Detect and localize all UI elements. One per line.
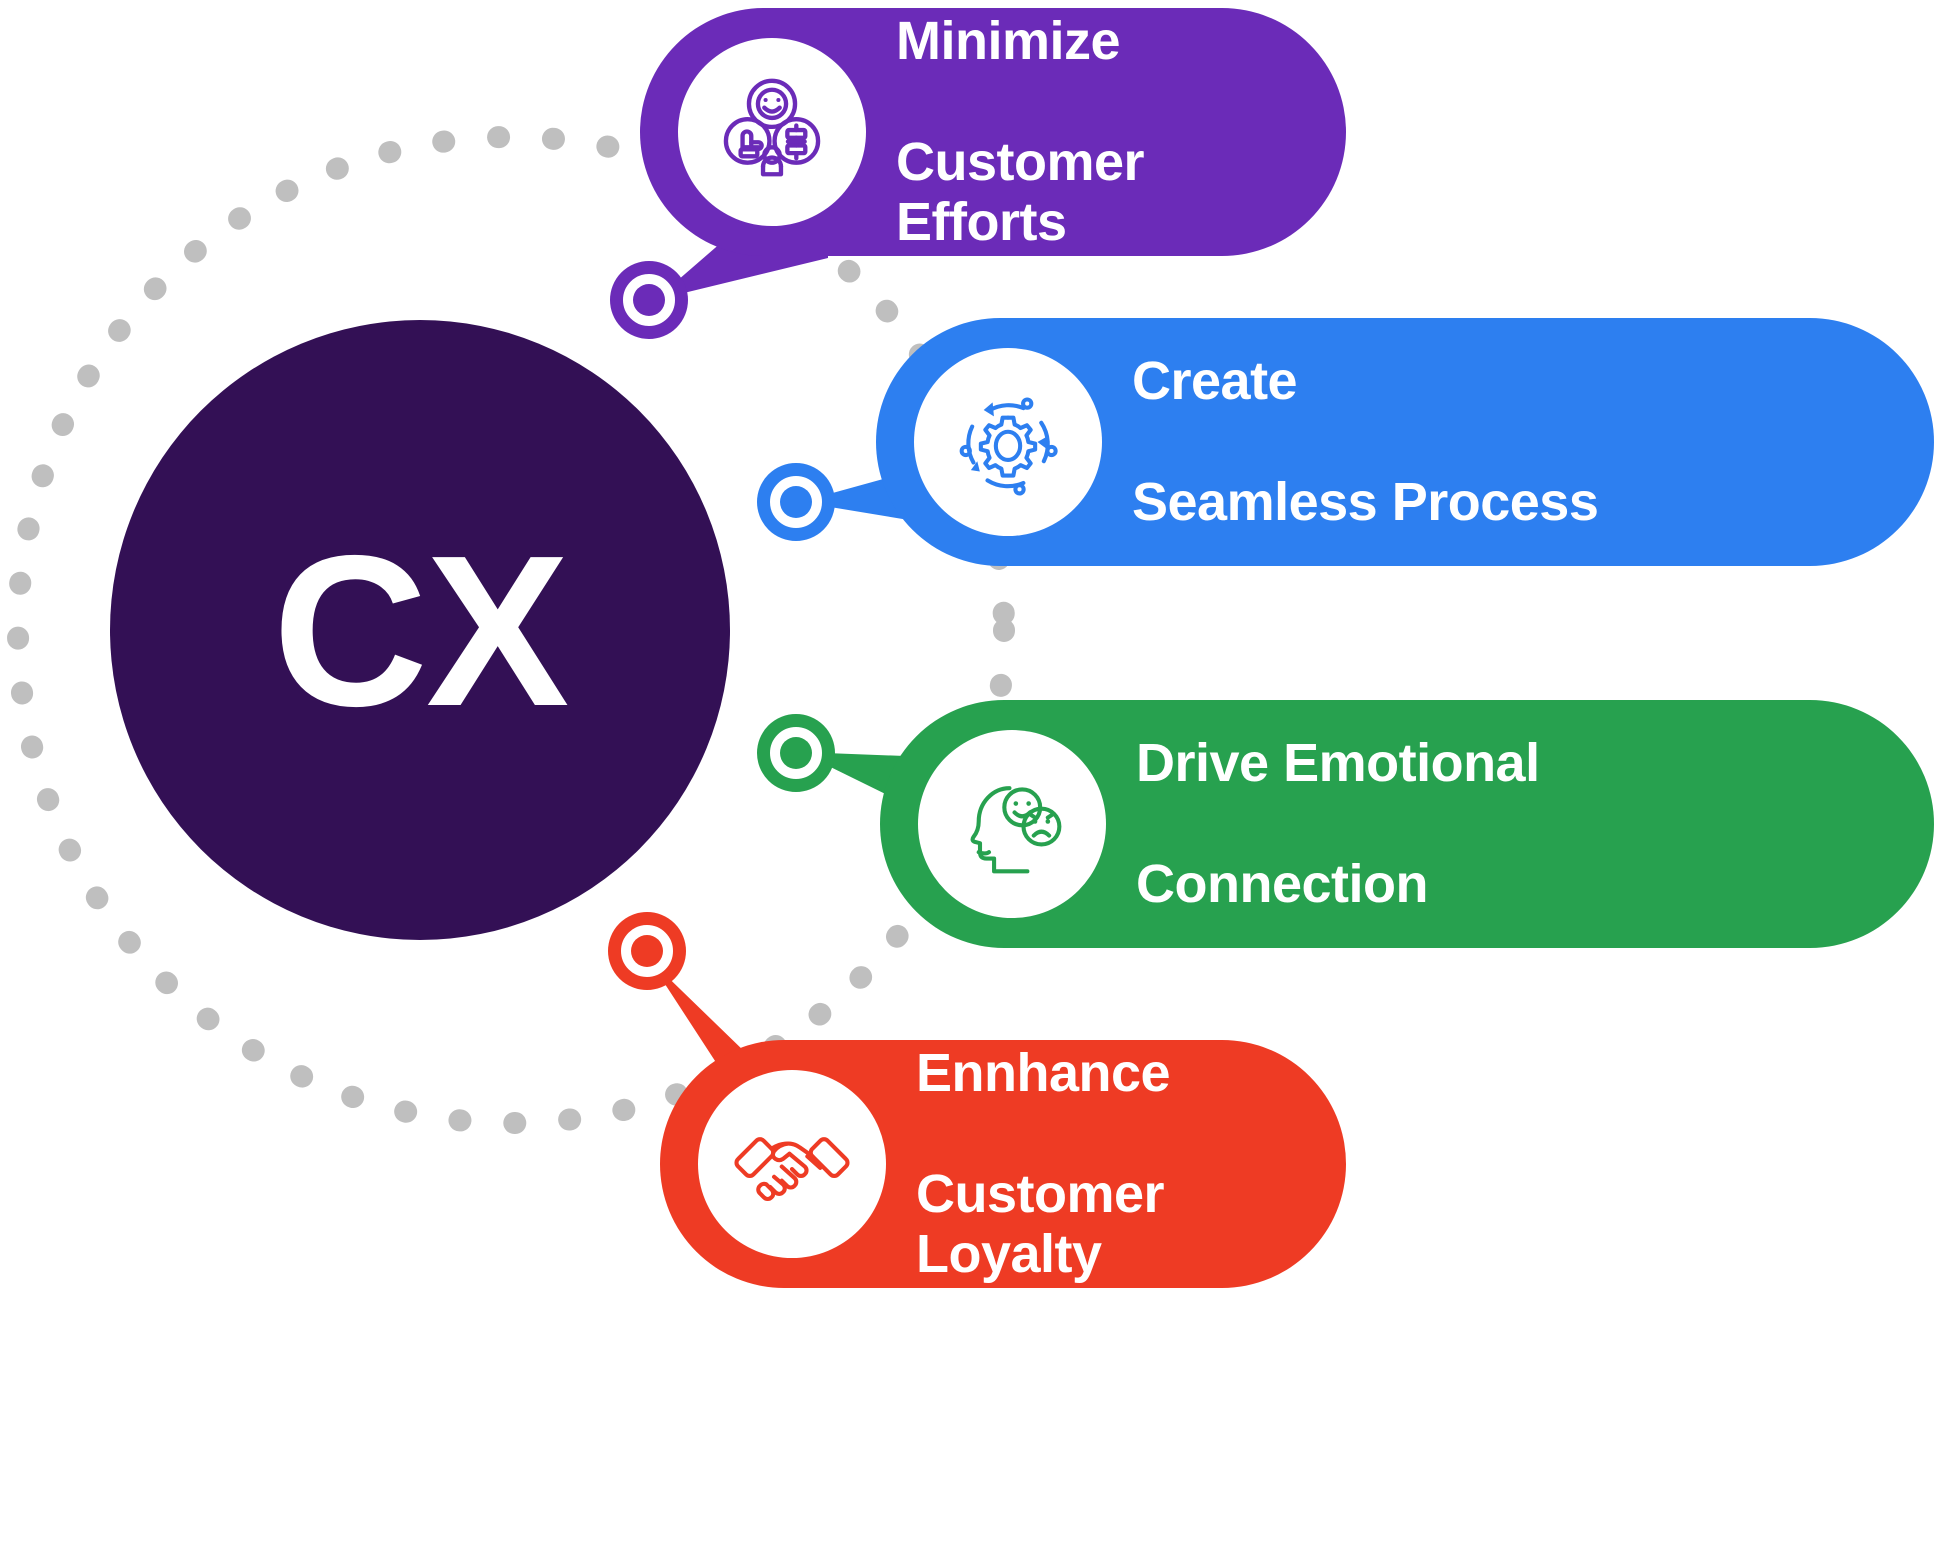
connector-node-core [780,486,812,518]
gear-process-cycle-icon [914,348,1102,536]
branch-card-line-2: Seamless Process [1132,472,1599,533]
branch-card-create-seamless-process[interactable]: Create Seamless Process [876,318,1934,566]
connector-node-core [631,935,663,967]
branch-card-line-2: Connection [1136,854,1428,915]
branch-card-minimize-customer-efforts[interactable]: Minimize Customer Efforts [640,8,1346,256]
branch-card-line-2: Customer Loyalty [916,1164,1165,1285]
branch-card-drive-emotional-connection[interactable]: Drive Emotional Connection [880,700,1934,948]
head-emotion-faces-icon [918,730,1106,918]
branch-card-ennhance-customer-loyalty[interactable]: Ennhance Customer Loyalty [660,1040,1346,1288]
connector-node-core [780,737,812,769]
cx-hub-circle: CX [110,320,730,940]
branch-card-line-1: Ennhance [916,1043,1171,1104]
connector-node-blue[interactable] [757,463,835,541]
branch-card-line-1: Create [1132,351,1298,412]
hub-label: CX [272,509,570,751]
customer-feedback-group-icon [678,38,866,226]
branch-card-line-1: Minimize [896,11,1121,72]
connector-node-green[interactable] [757,714,835,792]
branch-card-line-1: Drive Emotional [1136,733,1540,794]
branch-card-label: Ennhance Customer Loyalty [916,983,1312,1346]
handshake-icon [698,1070,886,1258]
connector-node-core [633,284,665,316]
branch-card-line-2: Customer Efforts [896,132,1145,253]
connector-node-red[interactable] [608,912,686,990]
branch-card-label: Drive Emotional Connection [1136,673,1540,975]
branch-card-label: Minimize Customer Efforts [896,0,1312,313]
connector-node-purple[interactable] [610,261,688,339]
infographic-canvas: CX Minimize Customer Efforts Create Seam… [0,0,1934,1550]
branch-card-label: Create Seamless Process [1132,291,1599,593]
